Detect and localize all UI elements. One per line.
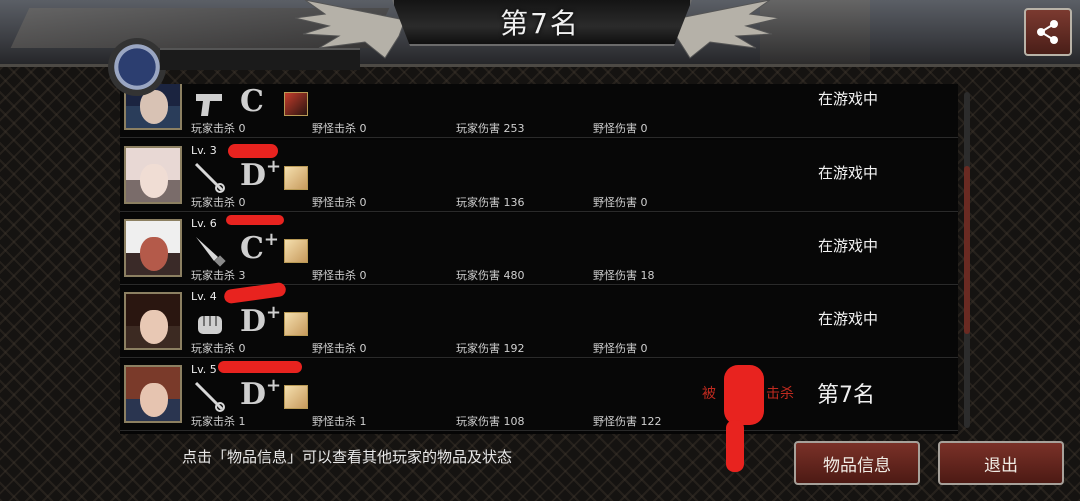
redaction-mark	[218, 361, 302, 373]
status-text: 在游戏中	[818, 164, 879, 182]
monster-damage: 野怪伤害 0	[593, 122, 648, 135]
list-item[interactable]: Lv. 6 C+ 玩家击杀 3 野怪击杀 0 玩家伤害 480 野怪伤害 18 …	[120, 213, 958, 285]
list-item[interactable]: C 玩家击杀 0 野怪击杀 0 玩家伤害 253 野怪伤害 0 在游戏中	[120, 84, 958, 138]
character-portrait	[124, 146, 182, 204]
monster-damage: 野怪伤害 0	[593, 196, 648, 209]
character-portrait	[124, 219, 182, 277]
monster-kills: 野怪击杀 0	[312, 342, 367, 355]
rapier-icon	[194, 381, 225, 412]
redaction-mark	[226, 215, 284, 225]
player-list[interactable]: C 玩家击杀 0 野怪击杀 0 玩家伤害 253 野怪伤害 0 在游戏中 Lv.…	[120, 84, 958, 434]
redaction-mark	[726, 420, 744, 472]
page-title: 第7名	[500, 7, 580, 40]
player-avatar	[108, 38, 166, 96]
dagger-icon	[196, 237, 226, 267]
left-wing-ornament	[295, 0, 405, 59]
skill-icon	[284, 166, 308, 190]
grade-badge: D+	[240, 156, 282, 193]
player-kills: 玩家击杀 0	[191, 122, 246, 135]
status-text: 在游戏中	[818, 237, 879, 255]
pistol-icon	[196, 94, 222, 116]
grade-badge: D+	[240, 302, 282, 339]
level-label: Lv. 6	[191, 217, 217, 230]
rapier-icon	[194, 162, 225, 193]
grade-badge: C	[240, 84, 264, 119]
grade-badge: D+	[240, 375, 282, 412]
monster-kills: 野怪击杀 0	[312, 269, 367, 282]
glove-icon	[198, 316, 222, 334]
killed-by-suffix: 击杀	[766, 386, 794, 402]
list-item[interactable]: Lv. 5 D+ 玩家击杀 1 野怪击杀 1 玩家伤害 108 野怪伤害 122…	[120, 359, 958, 431]
player-kills: 玩家击杀 0	[191, 196, 246, 209]
player-damage: 玩家伤害 192	[456, 342, 525, 355]
player-kills: 玩家击杀 1	[191, 415, 246, 428]
share-button[interactable]	[1024, 8, 1072, 56]
share-icon	[1037, 20, 1058, 44]
player-damage: 玩家伤害 136	[456, 196, 525, 209]
redaction-mark	[724, 365, 764, 425]
skill-icon	[284, 385, 308, 409]
player-damage: 玩家伤害 253	[456, 122, 525, 135]
player-kills: 玩家击杀 0	[191, 342, 246, 355]
level-label: Lv. 4	[191, 290, 217, 303]
player-kills: 玩家击杀 3	[191, 269, 246, 282]
skill-icon	[284, 239, 308, 263]
list-item[interactable]: Lv. 4 D+ 玩家击杀 0 野怪击杀 0 玩家伤害 192 野怪伤害 0 在…	[120, 281, 958, 358]
monster-damage: 野怪伤害 122	[593, 415, 662, 428]
list-item[interactable]: Lv. 3 D+ 玩家击杀 0 野怪击杀 0 玩家伤害 136 野怪伤害 0 在…	[120, 140, 958, 212]
status-text: 在游戏中	[818, 310, 879, 328]
redaction-mark	[223, 281, 287, 305]
grade-badge: C+	[240, 229, 279, 266]
status-text: 在游戏中	[818, 90, 879, 108]
level-label: Lv. 3	[191, 144, 217, 157]
character-portrait	[124, 292, 182, 350]
skill-icon	[284, 92, 308, 116]
monster-damage: 野怪伤害 0	[593, 342, 648, 355]
scrollbar-thumb[interactable]	[964, 166, 970, 334]
player-damage: 玩家伤害 108	[456, 415, 525, 428]
monster-kills: 野怪击杀 1	[312, 415, 367, 428]
character-portrait	[124, 365, 182, 423]
skill-icon	[284, 312, 308, 336]
killed-by-label: 被	[702, 386, 716, 402]
player-damage: 玩家伤害 480	[456, 269, 525, 282]
monster-damage: 野怪伤害 18	[593, 269, 655, 282]
hint-text: 点击「物品信息」可以查看其他玩家的物品及状态	[182, 448, 513, 466]
monster-kills: 野怪击杀 0	[312, 122, 367, 135]
monster-kills: 野怪击杀 0	[312, 196, 367, 209]
item-info-button[interactable]: 物品信息	[794, 441, 920, 485]
level-label: Lv. 5	[191, 363, 217, 376]
exit-button[interactable]: 退出	[938, 441, 1064, 485]
final-rank: 第7名	[817, 383, 875, 408]
